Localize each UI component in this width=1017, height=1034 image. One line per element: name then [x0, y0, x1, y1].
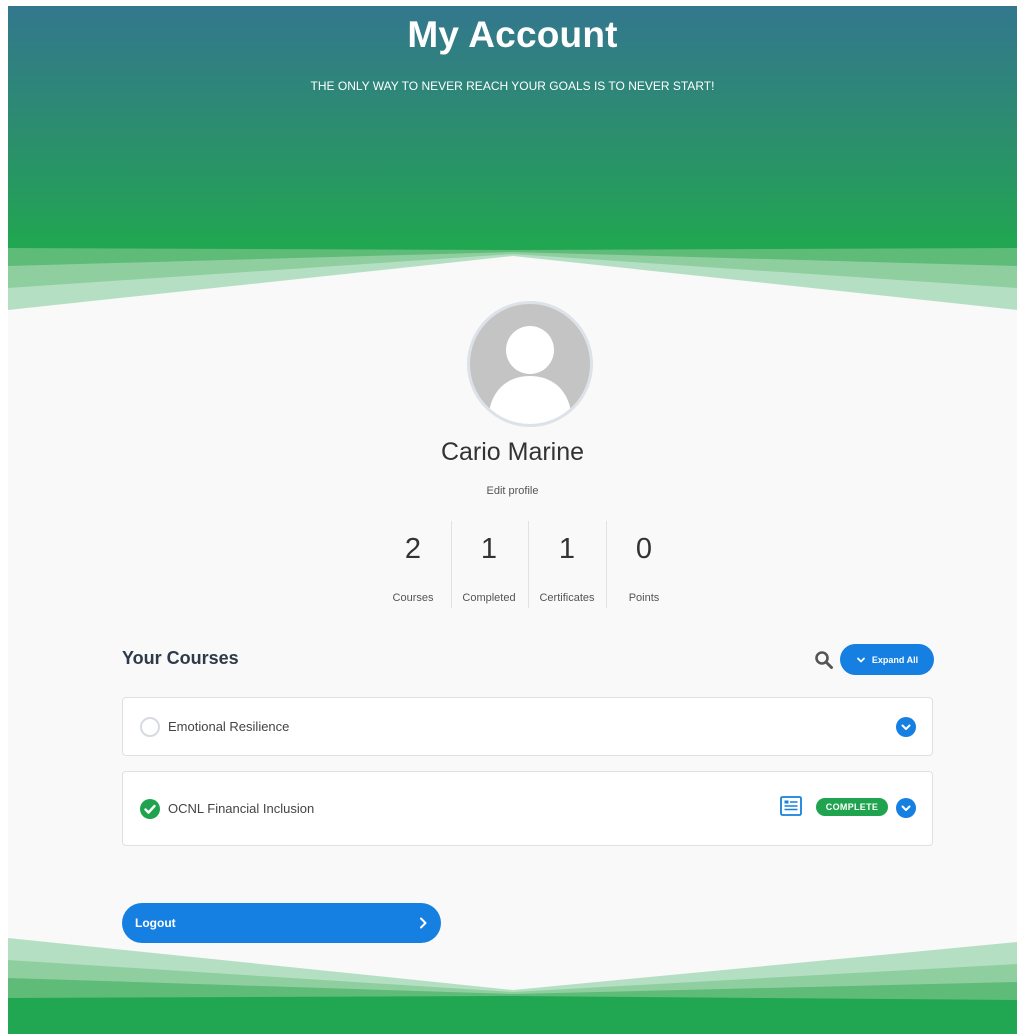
- chevron-right-icon: [420, 917, 427, 929]
- certificate-icon[interactable]: [780, 796, 802, 816]
- stat-value: 2: [404, 533, 422, 565]
- status-incomplete-icon: [140, 717, 160, 737]
- stat-completed: 1 Completed: [450, 521, 528, 608]
- stat-label: Points: [628, 592, 660, 604]
- stat-points: 0 Points: [605, 521, 683, 608]
- tagline: THE ONLY WAY TO NEVER REACH YOUR GOALS I…: [310, 79, 715, 93]
- chevron-down-icon: [857, 657, 865, 662]
- course-item[interactable]: Emotional Resilience: [122, 697, 933, 756]
- stat-value: 1: [480, 533, 498, 565]
- status-badge: COMPLETE: [816, 798, 888, 816]
- course-item[interactable]: OCNL Financial Inclusion COMPLETE: [122, 771, 933, 846]
- expand-all-button[interactable]: Expand All: [840, 644, 934, 675]
- avatar: [467, 301, 593, 427]
- footer-wave-decoration: [8, 938, 1017, 1034]
- logout-label: Logout: [135, 916, 176, 930]
- stat-courses: 2 Courses: [374, 521, 452, 608]
- search-icon[interactable]: [814, 650, 834, 670]
- stat-label: Completed: [462, 592, 516, 604]
- chevron-down-icon: [901, 724, 911, 730]
- user-name: Cario Marine: [440, 438, 585, 466]
- stat-label: Courses: [392, 592, 434, 604]
- checkmark-circle-icon: [140, 799, 160, 819]
- page-title: My Account: [407, 14, 618, 55]
- user-silhouette-icon: [488, 326, 572, 424]
- course-title[interactable]: OCNL Financial Inclusion: [168, 801, 314, 816]
- logout-button[interactable]: Logout: [122, 903, 441, 943]
- stat-value: 0: [635, 533, 653, 565]
- course-expand-toggle[interactable]: [896, 717, 916, 737]
- your-courses-heading: Your Courses: [122, 648, 239, 668]
- chevron-down-icon: [901, 805, 911, 811]
- page: My Account THE ONLY WAY TO NEVER REACH Y…: [8, 6, 1017, 1034]
- course-title[interactable]: Emotional Resilience: [168, 719, 289, 734]
- expand-all-label: Expand All: [871, 654, 919, 665]
- course-expand-toggle[interactable]: [896, 798, 916, 818]
- stat-label: Certificates: [539, 592, 595, 604]
- stat-value: 1: [558, 533, 576, 565]
- edit-profile-link[interactable]: Edit profile: [8, 485, 1017, 497]
- stat-certificates: 1 Certificates: [528, 521, 606, 608]
